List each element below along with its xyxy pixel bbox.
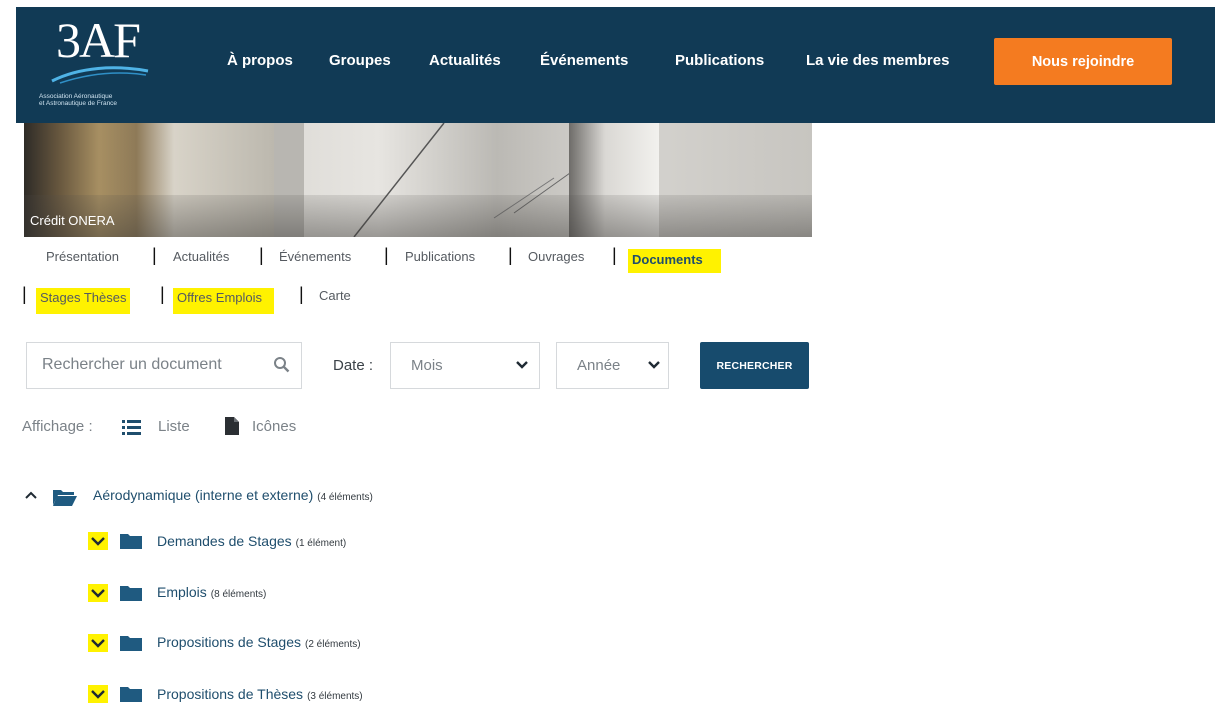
tab-separator: | <box>160 284 165 304</box>
logo-mark: 3AF <box>56 12 141 68</box>
tree-item-label: Demandes de Stages <box>157 533 292 549</box>
tab-separator: | <box>22 284 27 304</box>
tab-evenements[interactable]: Événements <box>279 249 351 264</box>
hero-credit: Crédit ONERA <box>30 213 115 228</box>
display-icons-option[interactable]: Icônes <box>252 418 296 435</box>
folder-open-icon <box>53 490 77 506</box>
month-select[interactable]: Mois <box>390 342 540 389</box>
tab-separator: | <box>259 245 264 265</box>
tab-publications[interactable]: Publications <box>405 249 475 264</box>
hero-floor <box>24 195 812 237</box>
tab-offres-emplois[interactable]: Offres Emplois <box>173 288 275 314</box>
tree-item-emplois[interactable]: Emplois (8 éléments) <box>157 584 266 600</box>
section-tabs-row1: Présentation | Actualités | Événements |… <box>0 245 1215 273</box>
tree-item-count: (1 élément) <box>295 538 347 549</box>
tree-item-count: (8 éléments) <box>210 589 267 600</box>
expand-toggle[interactable] <box>88 532 108 550</box>
expand-toggle[interactable] <box>88 685 108 703</box>
logo-swoosh-icon <box>51 66 149 84</box>
chevron-down-icon <box>91 589 105 598</box>
logo-subtitle-line1: Association Aéronautique <box>39 93 113 100</box>
tab-separator: | <box>384 245 389 265</box>
tree-root-count: (4 éléments) <box>317 492 373 503</box>
chevron-down-icon <box>516 361 528 369</box>
tab-documents[interactable]: Documents <box>628 249 721 273</box>
tab-separator: | <box>508 245 513 265</box>
site-logo[interactable]: 3AF Association Aéronautique et Astronau… <box>16 7 196 123</box>
chevron-down-icon <box>91 639 105 648</box>
chevron-down-icon <box>648 361 660 369</box>
tree-item-label: Emplois <box>157 584 207 600</box>
file-icon[interactable] <box>224 416 240 436</box>
tab-separator: | <box>299 284 304 304</box>
expand-toggle[interactable] <box>88 634 108 652</box>
month-select-value: Mois <box>411 357 443 374</box>
tree-item-label: Propositions de Thèses <box>157 686 304 702</box>
nav-publications[interactable]: Publications <box>675 52 764 69</box>
search-input[interactable] <box>42 356 262 374</box>
display-label: Affichage : <box>22 418 93 435</box>
tab-actualites[interactable]: Actualités <box>173 249 229 264</box>
search-field[interactable] <box>26 342 302 389</box>
year-select-value: Année <box>577 357 621 374</box>
logo-subtitle-line2: et Astronautique de France <box>39 100 118 108</box>
year-select[interactable]: Année <box>556 342 669 389</box>
tree-item-demandes-stages[interactable]: Demandes de Stages (1 élément) <box>157 533 346 549</box>
tab-carte[interactable]: Carte <box>319 288 351 303</box>
section-tabs-row2: | Stages Thèses | Offres Emplois | Carte <box>0 284 1215 314</box>
list-icon[interactable] <box>122 418 142 436</box>
search-button[interactable]: RECHERCHER <box>700 342 809 389</box>
tree-root-label: Aérodynamique (interne et externe) <box>93 487 314 503</box>
tab-presentation[interactable]: Présentation <box>46 249 119 264</box>
chevron-up-icon[interactable] <box>24 490 38 500</box>
tree-item-propositions-stages[interactable]: Propositions de Stages (2 éléments) <box>157 634 361 650</box>
join-button[interactable]: Nous rejoindre <box>994 38 1172 85</box>
logo-subtitle: Association Aéronautique et Astronautiqu… <box>39 93 179 108</box>
nav-actualites[interactable]: Actualités <box>429 52 501 69</box>
tree-item-label: Propositions de Stages <box>157 634 301 650</box>
folder-icon <box>120 586 142 601</box>
date-label: Date : <box>333 357 374 374</box>
nav-evenements[interactable]: Événements <box>540 52 628 69</box>
folder-icon <box>120 534 142 549</box>
folder-icon <box>120 687 142 702</box>
chevron-down-icon <box>91 690 105 699</box>
tab-separator: | <box>612 245 617 265</box>
display-list-option[interactable]: Liste <box>158 418 190 435</box>
expand-toggle[interactable] <box>88 584 108 602</box>
tab-ouvrages[interactable]: Ouvrages <box>528 249 584 264</box>
tab-stages-theses[interactable]: Stages Thèses <box>36 288 131 314</box>
site-header: 3AF Association Aéronautique et Astronau… <box>16 7 1215 123</box>
tree-item-count: (2 éléments) <box>304 639 361 650</box>
tree-item-propositions-theses[interactable]: Propositions de Thèses (3 éléments) <box>157 686 363 702</box>
nav-vie-des-membres[interactable]: La vie des membres <box>806 52 949 69</box>
hero-image: Crédit ONERA <box>24 123 812 237</box>
tree-root-item[interactable]: Aérodynamique (interne et externe) (4 élé… <box>93 487 373 503</box>
chevron-down-icon <box>91 537 105 546</box>
tree-item-count: (3 éléments) <box>307 691 363 702</box>
folder-icon <box>120 636 142 651</box>
nav-groupes[interactable]: Groupes <box>329 52 391 69</box>
tab-separator: | <box>152 245 157 265</box>
nav-a-propos[interactable]: À propos <box>227 52 293 69</box>
search-icon[interactable] <box>273 356 291 374</box>
